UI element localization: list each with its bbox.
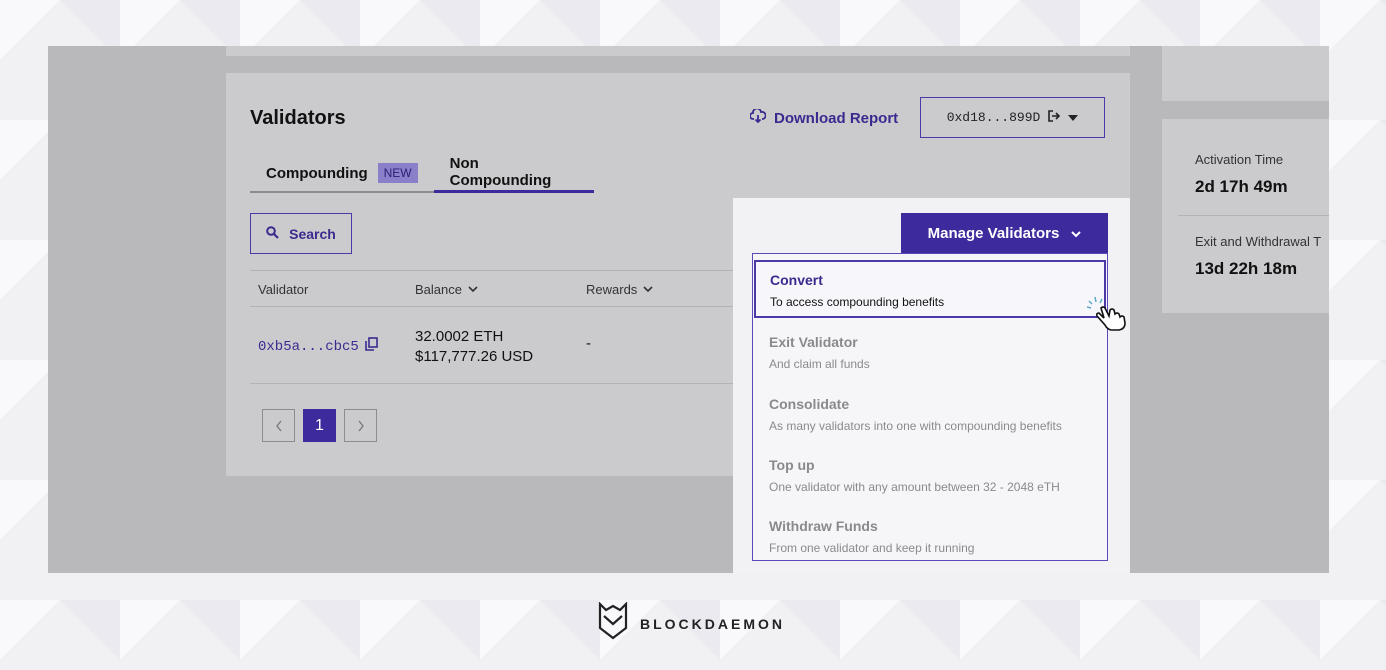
pointer-hand-icon	[1086, 296, 1131, 332]
column-header-balance[interactable]: Balance	[415, 282, 478, 297]
brand-name: BLOCKDAEMON	[640, 615, 785, 632]
manage-validators-label: Manage Validators	[927, 224, 1060, 242]
chevron-down-icon	[468, 282, 478, 297]
wallet-address: 0xd18...899D	[946, 110, 1041, 125]
pagination: 1	[262, 409, 377, 442]
cloud-download-icon	[749, 107, 767, 127]
balance-usd: $117,777.26 USD	[415, 348, 534, 365]
chevron-down-icon	[1071, 225, 1082, 242]
blockdaemon-logo: BLOCKDAEMON	[598, 601, 785, 645]
tab-compounding[interactable]: Compounding NEW	[250, 153, 434, 193]
page-button-current[interactable]: 1	[303, 409, 336, 442]
chevron-down-icon	[1068, 111, 1079, 125]
wallet-address-dropdown[interactable]: 0xd18...899D	[920, 97, 1105, 138]
chevron-down-icon	[643, 282, 653, 297]
top-card-strip	[226, 46, 1130, 56]
manage-validators-button[interactable]: Manage Validators	[901, 213, 1108, 253]
prev-page-button[interactable]	[262, 409, 295, 442]
right-top-panel	[1162, 46, 1329, 101]
menu-item-exit-validator[interactable]: Exit Validator And claim all funds	[753, 322, 1107, 380]
menu-item-convert[interactable]: Convert To access compounding benefits	[754, 260, 1106, 318]
logout-icon	[1048, 109, 1061, 126]
download-report-label: Download Report	[774, 109, 899, 127]
balance-cell: 32.0002 ETH $117,777.26 USD	[415, 327, 533, 367]
rewards-cell: -	[586, 335, 591, 352]
menu-item-withdraw-funds[interactable]: Withdraw Funds From one validator and ke…	[753, 506, 1107, 564]
new-badge: NEW	[377, 163, 418, 183]
tab-non-compounding[interactable]: Non Compounding	[433, 153, 594, 193]
page-title: Validators	[250, 107, 346, 129]
column-header-validator: Validator	[258, 282, 309, 297]
exit-withdrawal-label: Exit and Withdrawal T	[1195, 234, 1322, 249]
table-header: Validator Balance Rewards	[250, 270, 734, 307]
app-overlay: Validators Download Report 0xd18...899D …	[48, 46, 1329, 573]
validator-address-link[interactable]: 0xb5a...cbc5	[258, 337, 378, 356]
search-button[interactable]: Search	[250, 213, 352, 254]
activation-time-label: Activation Time	[1195, 152, 1284, 167]
search-icon	[266, 225, 279, 242]
next-page-button[interactable]	[344, 409, 377, 442]
download-report-button[interactable]: Download Report	[749, 107, 899, 127]
menu-item-consolidate[interactable]: Consolidate As many validators into one …	[753, 384, 1107, 442]
validator-tabs: Compounding NEW Non Compounding	[250, 153, 594, 193]
activation-time-value: 2d 17h 49m	[1195, 177, 1288, 196]
column-header-rewards[interactable]: Rewards	[586, 282, 653, 297]
exit-withdrawal-value: 13d 22h 18m	[1195, 259, 1298, 278]
copy-icon[interactable]	[365, 337, 378, 356]
menu-item-top-up[interactable]: Top up One validator with any amount bet…	[753, 445, 1107, 503]
stats-divider	[1178, 215, 1329, 216]
tab-compounding-label: Compounding	[266, 164, 368, 182]
search-label: Search	[289, 225, 336, 242]
stats-panel: Activation Time 2d 17h 49m Exit and With…	[1162, 119, 1329, 313]
table-row: 0xb5a...cbc5 32.0002 ETH $117,777.26 USD…	[250, 307, 734, 384]
blockdaemon-logo-icon	[598, 601, 628, 645]
balance-eth: 32.0002 ETH	[415, 328, 504, 345]
manage-validators-menu: Convert To access compounding benefits E…	[752, 253, 1108, 561]
tab-non-compounding-label: Non Compounding	[449, 154, 552, 189]
